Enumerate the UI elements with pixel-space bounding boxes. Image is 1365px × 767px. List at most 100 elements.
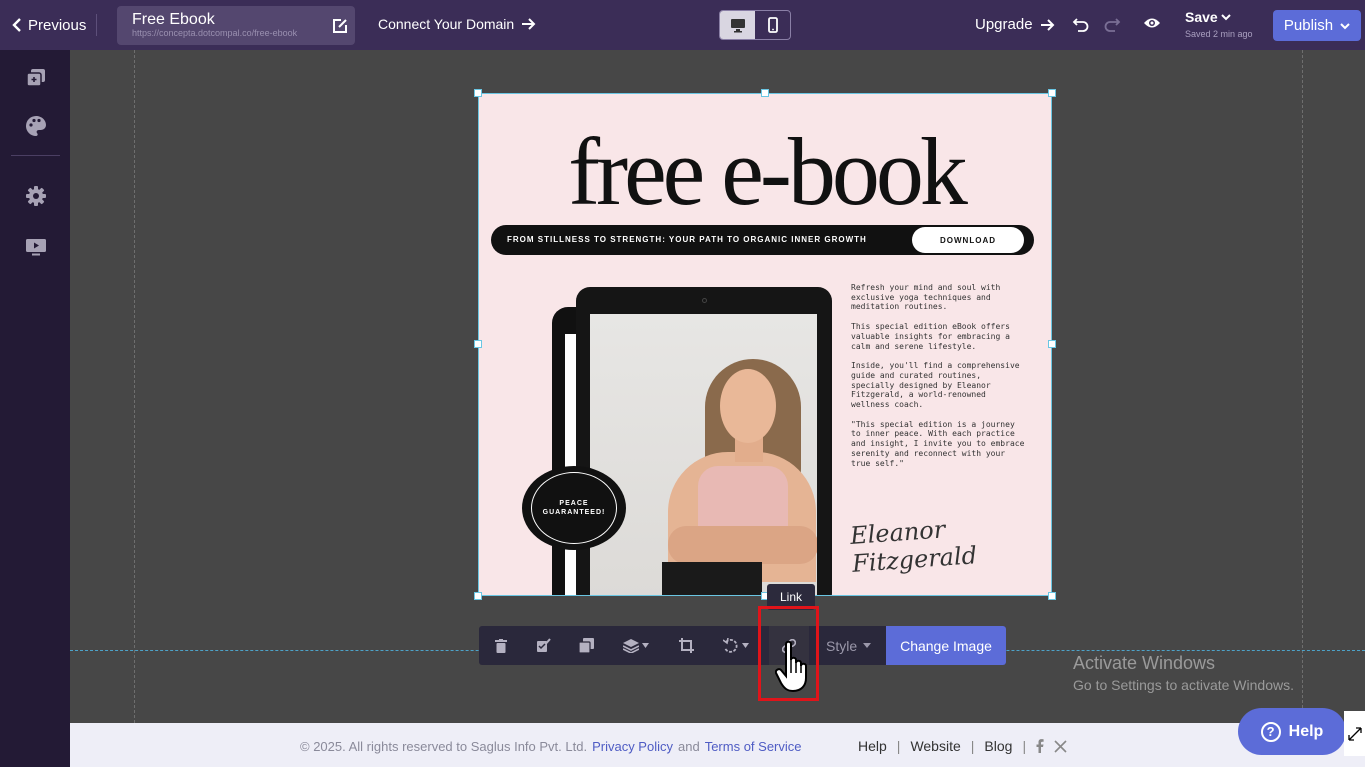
upgrade-button[interactable]: Upgrade <box>975 16 1055 33</box>
ebook-description: Refresh your mind and soul with exclusiv… <box>851 283 1026 478</box>
desktop-icon <box>730 18 745 32</box>
duplicate-button[interactable] <box>574 626 598 665</box>
badge-line1: PEACE <box>559 500 589 507</box>
resize-arrows-icon <box>1347 726 1362 741</box>
connect-domain-button[interactable]: Connect Your Domain <box>378 16 536 32</box>
mobile-icon <box>767 17 778 33</box>
style-dropdown[interactable]: Style <box>826 626 872 665</box>
column-guide-left <box>134 50 135 723</box>
resize-handle-top-left[interactable] <box>474 89 482 97</box>
edit-image-button[interactable] <box>531 626 555 665</box>
delete-button[interactable] <box>489 626 513 665</box>
rotate-button[interactable] <box>719 626 753 665</box>
save-label: Save <box>1185 9 1218 25</box>
previous-label: Previous <box>28 16 87 34</box>
resize-handle-right[interactable] <box>1048 340 1056 348</box>
caret-down-icon <box>742 643 749 648</box>
saved-status: Saved 2 min ago <box>1185 29 1253 39</box>
facebook-icon[interactable] <box>1036 739 1044 753</box>
chevron-down-icon <box>1220 14 1231 21</box>
redo-icon[interactable] <box>1103 15 1121 33</box>
page-name-box[interactable]: Free Ebook https://concepta.dotcompal.co… <box>117 6 355 45</box>
description-paragraph: Refresh your mind and soul with exclusiv… <box>851 283 1001 312</box>
author-signature: Eleanor Fitzgerald <box>849 515 978 578</box>
caret-down-icon <box>642 643 649 648</box>
ebook-headline: free e-book <box>568 118 968 225</box>
footer-blog-link[interactable]: Blog <box>984 738 1012 754</box>
peace-badge-text: PEACE GUARANTEED! <box>531 472 617 544</box>
sidebar-item-preview[interactable] <box>24 235 48 259</box>
resize-handle-top[interactable] <box>761 89 769 97</box>
layers-button[interactable] <box>619 626 653 665</box>
photo-arms <box>668 526 817 564</box>
footer-nav: Help | Website | Blog | <box>858 738 1067 754</box>
badge-line2: GUARANTEED! <box>542 509 606 516</box>
arrow-right-icon <box>522 18 536 30</box>
photo-pants <box>662 562 762 595</box>
sidebar-item-theme[interactable] <box>24 114 48 138</box>
resize-handle-left[interactable] <box>474 340 482 348</box>
desktop-view-button[interactable] <box>720 11 755 39</box>
page-title: Free Ebook <box>132 11 215 28</box>
photo-face <box>720 369 776 443</box>
upgrade-label: Upgrade <box>975 16 1033 33</box>
activate-windows-text: Go to Settings to activate Windows. <box>1073 677 1294 693</box>
resize-handle-bottom-right[interactable] <box>1048 592 1056 600</box>
page-url: https://concepta.dotcompal.co/free-ebook <box>132 28 298 38</box>
banner-text: FROM STILLNESS TO STRENGTH: YOUR PATH TO… <box>507 235 867 244</box>
question-icon: ? <box>1260 721 1281 742</box>
sidebar-item-settings[interactable] <box>24 184 48 208</box>
trash-icon <box>495 638 507 653</box>
layers-icon <box>623 638 639 653</box>
privacy-policy-link[interactable]: Privacy Policy <box>592 739 673 754</box>
pages-icon <box>26 69 45 87</box>
footer-legal: © 2025. All rights reserved to Saglus In… <box>300 739 802 754</box>
mobile-view-button[interactable] <box>755 11 790 39</box>
copy-icon <box>578 638 594 653</box>
selected-ebook-image[interactable]: free e-book FROM STILLNESS TO STRENGTH: … <box>478 93 1052 596</box>
resize-handle-bottom-left[interactable] <box>474 592 482 600</box>
image-toolbar: Style Change Image <box>479 626 1006 665</box>
gear-icon <box>26 186 46 206</box>
resize-handle-top-right[interactable] <box>1048 89 1056 97</box>
divider <box>96 14 97 36</box>
device-toggle <box>719 10 791 40</box>
rotate-icon <box>723 637 738 653</box>
left-sidebar <box>0 50 70 767</box>
arrow-right-icon <box>1040 18 1054 31</box>
previous-button[interactable]: Previous <box>12 15 86 35</box>
download-pill: DOWNLOAD <box>912 227 1024 253</box>
social-links <box>1036 739 1067 753</box>
monitor-play-icon <box>26 239 46 256</box>
style-label: Style <box>826 637 858 654</box>
sidebar-item-pages[interactable] <box>24 66 48 90</box>
connect-domain-label: Connect Your Domain <box>378 16 515 32</box>
publish-button[interactable]: Publish <box>1273 10 1361 41</box>
footer-help-link[interactable]: Help <box>858 738 887 754</box>
preview-eye-icon[interactable] <box>1143 16 1161 30</box>
terms-link[interactable]: Terms of Service <box>705 739 802 754</box>
undo-icon[interactable] <box>1072 15 1090 33</box>
column-guide-right <box>1302 50 1303 723</box>
top-bar: Previous Free Ebook https://concepta.dot… <box>0 0 1365 50</box>
edit-icon[interactable] <box>331 17 349 35</box>
footer-website-link[interactable]: Website <box>910 738 960 754</box>
help-chat-button[interactable]: ? Help <box>1238 708 1346 755</box>
publish-label: Publish <box>1283 17 1334 34</box>
description-paragraph: This special edition eBook offers valuab… <box>851 322 1010 351</box>
edit-check-icon <box>536 638 551 652</box>
expand-handle[interactable] <box>1344 711 1365 756</box>
palette-icon <box>26 116 46 136</box>
change-image-button[interactable]: Change Image <box>886 626 1006 665</box>
footer-separator: | <box>970 738 975 754</box>
footer-separator: | <box>1022 738 1027 754</box>
save-button[interactable]: Save <box>1185 9 1231 25</box>
description-paragraph: "This special edition is a journey to in… <box>851 419 1025 468</box>
caret-down-icon <box>863 643 872 648</box>
footer-separator: | <box>896 738 901 754</box>
ebook-banner: FROM STILLNESS TO STRENGTH: YOUR PATH TO… <box>491 225 1034 255</box>
crop-button[interactable] <box>674 626 698 665</box>
copyright-text: © 2025. All rights reserved to Saglus In… <box>300 739 588 754</box>
x-twitter-icon[interactable] <box>1054 739 1067 753</box>
activate-windows-title: Activate Windows <box>1073 653 1216 673</box>
